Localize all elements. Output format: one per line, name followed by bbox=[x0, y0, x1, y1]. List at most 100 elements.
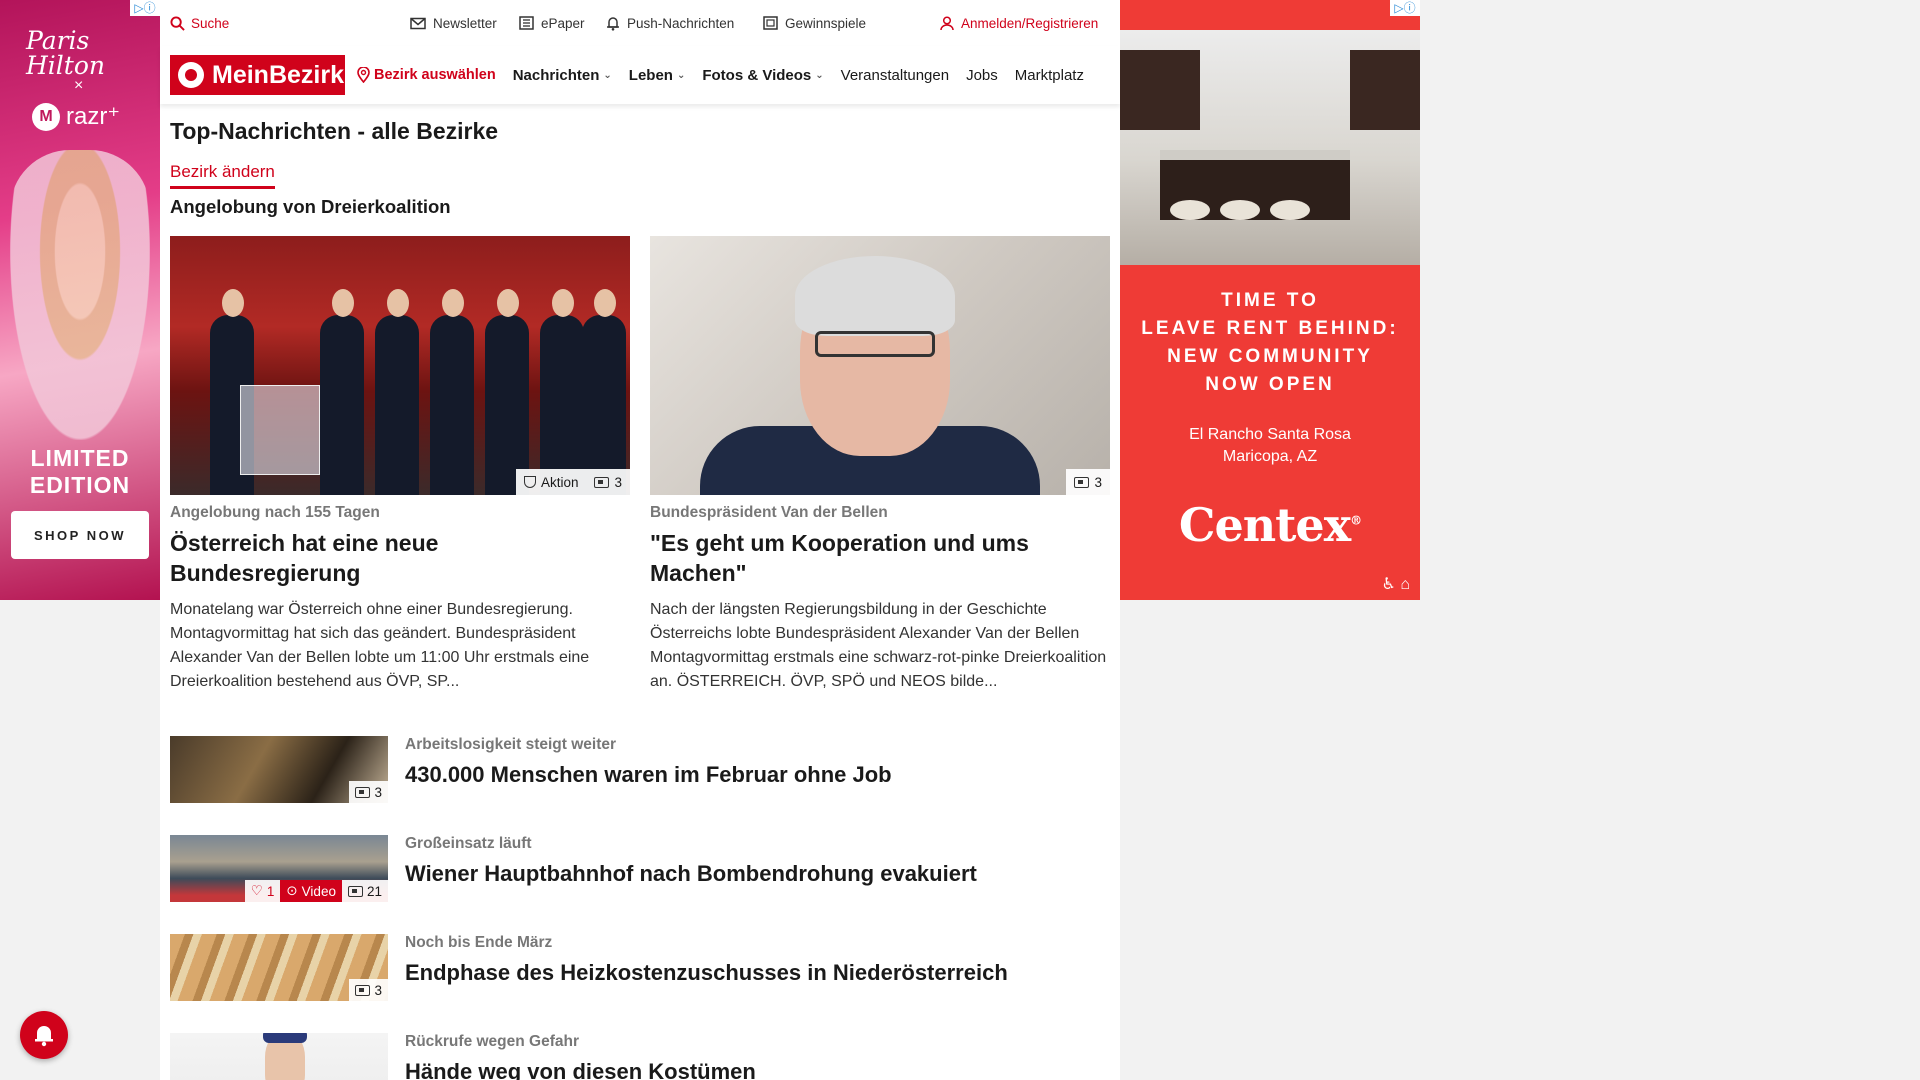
image-cabinet bbox=[1350, 50, 1420, 130]
ad-brand-name: Centex bbox=[1178, 498, 1351, 552]
article-headline[interactable]: Wiener Hauptbahnhof nach Bombendrohung e… bbox=[405, 861, 977, 887]
list-item[interactable]: ♡ 1 ⊙ Video 21 Großeinsatz läuft Wiener Ha… bbox=[170, 835, 1110, 905]
bell-icon bbox=[35, 1026, 53, 1047]
nav-item-veranstaltungen[interactable]: Veranstaltungen bbox=[841, 67, 949, 84]
search-icon bbox=[170, 15, 185, 31]
ad-right-rectangle[interactable]: TIME TO LEAVE RENT BEHIND: NEW COMMUNITY… bbox=[1120, 0, 1420, 600]
nav-label: Jobs bbox=[966, 66, 998, 84]
newsletter-link[interactable]: Newsletter bbox=[410, 0, 497, 46]
nav-label: Fotos & Videos bbox=[702, 66, 812, 84]
hero-article[interactable]: 3 Bundespräsident Van der Bellen "Es geh… bbox=[650, 236, 1110, 694]
logo-sun-icon bbox=[178, 62, 204, 88]
image-stool bbox=[1220, 200, 1260, 220]
list-item-text: Noch bis Ende März Endphase des Heizkost… bbox=[405, 934, 1008, 986]
image-count-badge: 3 bbox=[586, 475, 630, 490]
logo-text: MeinBezirk bbox=[212, 60, 344, 89]
gallery-icon bbox=[355, 786, 371, 798]
list-item[interactable]: Rückrufe wegen Gefahr Hände weg von dies… bbox=[170, 1033, 1110, 1080]
ad-partner-logo: M razr⁺ bbox=[32, 102, 120, 131]
article-image[interactable]: 3 bbox=[650, 236, 1110, 495]
ad-brand-logo: Paris Hilton bbox=[26, 26, 105, 80]
gallery-icon bbox=[347, 885, 363, 897]
select-bezirk-label: Bezirk auswählen bbox=[374, 67, 496, 83]
hero-article[interactable]: Aktion 3 Angelobung nach 155 Tagen Öster… bbox=[170, 236, 630, 694]
ad-headline-line: NOW OPEN bbox=[1205, 374, 1335, 395]
image-badges: Aktion 3 bbox=[515, 469, 630, 495]
nav-item-marktplatz[interactable]: Marktplatz bbox=[1015, 67, 1084, 84]
article-headline[interactable]: Endphase des Heizkostenzuschusses in Nie… bbox=[405, 960, 1008, 986]
article-kicker: Angelobung nach 155 Tagen bbox=[170, 504, 380, 521]
article-teaser: Nach der längsten Regierungsbildung in d… bbox=[650, 601, 1107, 690]
aktion-label: Aktion bbox=[540, 474, 579, 490]
article-headline[interactable]: 430.000 Menschen waren im Februar ohne J… bbox=[405, 762, 892, 788]
ad-headline-line: LEAVE RENT BEHIND: bbox=[1141, 318, 1399, 339]
ad-headline: TIME TO LEAVE RENT BEHIND: NEW COMMUNITY… bbox=[1120, 287, 1420, 399]
nav-item-leben[interactable]: Leben ⌄ bbox=[629, 67, 686, 84]
image-figure bbox=[540, 289, 584, 495]
section-title: Angelobung von Dreierkoalition bbox=[170, 196, 451, 217]
image-stool bbox=[1170, 200, 1210, 220]
nav-item-fotos-videos[interactable]: Fotos & Videos ⌄ bbox=[702, 67, 823, 84]
meinbezirk-logo[interactable]: MeinBezirk bbox=[170, 55, 345, 95]
list-item-text: Rückrufe wegen Gefahr Hände weg von dies… bbox=[405, 1033, 756, 1080]
adchoices-icon[interactable]: ▷ⓘ bbox=[1390, 0, 1420, 16]
trophy-icon bbox=[523, 476, 536, 488]
article-kicker: Großeinsatz läuft bbox=[405, 835, 532, 852]
newsletter-label: Newsletter bbox=[433, 15, 497, 31]
chevron-down-icon: ⌄ bbox=[603, 69, 612, 81]
epaper-label: ePaper bbox=[541, 15, 585, 31]
epaper-link[interactable]: ePaper bbox=[519, 0, 585, 46]
article-kicker: Noch bis Ende März bbox=[405, 934, 553, 951]
article-thumbnail[interactable]: ♡ 1 ⊙ Video 21 bbox=[170, 835, 388, 902]
article-image[interactable]: Aktion 3 bbox=[170, 236, 630, 495]
list-item[interactable]: 3 Arbeitslosigkeit steigt weiter 430.000… bbox=[170, 736, 1110, 806]
ad-left-skyscraper[interactable]: Paris Hilton × M razr⁺ LIMITED EDITION S… bbox=[0, 0, 160, 600]
ad-headline: LIMITED EDITION bbox=[0, 445, 160, 499]
gift-icon bbox=[763, 16, 778, 30]
notification-bell-button[interactable] bbox=[20, 1011, 68, 1059]
ad-kitchen-image bbox=[1120, 30, 1420, 265]
newspaper-icon bbox=[519, 16, 534, 30]
chevron-down-icon: ⌄ bbox=[815, 69, 824, 81]
nav-label: Veranstaltungen bbox=[840, 66, 950, 84]
ad-headline-line: EDITION bbox=[29, 472, 131, 498]
list-item-text: Arbeitslosigkeit steigt weiter 430.000 M… bbox=[405, 736, 892, 788]
image-figure bbox=[430, 289, 474, 495]
article-thumbnail[interactable]: 3 bbox=[170, 736, 388, 803]
article-headline[interactable]: "Es geht um Kooperation und ums Machen" bbox=[650, 528, 1110, 588]
article-thumbnail[interactable] bbox=[170, 1033, 388, 1080]
heart-icon: ♡ bbox=[250, 883, 263, 898]
accessibility-housing-icon: ♿ ⌂ bbox=[1381, 576, 1410, 593]
ad-partner-name: razr⁺ bbox=[66, 103, 120, 130]
ad-location-line: Maricopa, AZ bbox=[1222, 448, 1318, 465]
registered-mark: ® bbox=[1350, 513, 1362, 528]
image-figure bbox=[485, 289, 529, 495]
push-notifications-link[interactable]: Push-Nachrichten bbox=[606, 0, 734, 46]
list-item[interactable]: 3 Noch bis Ende März Endphase des Heizko… bbox=[170, 934, 1110, 1004]
nav-item-nachrichten[interactable]: Nachrichten ⌄ bbox=[513, 67, 612, 84]
motorola-logo-icon: M bbox=[32, 102, 60, 131]
ad-portrait-image bbox=[10, 150, 150, 440]
ad-location: El Rancho Santa Rosa Maricopa, AZ bbox=[1120, 424, 1420, 468]
bell-icon bbox=[607, 16, 619, 31]
login-link[interactable]: Anmelden/Registrieren bbox=[940, 0, 1098, 46]
article-headline[interactable]: Österreich hat eine neue Bundesregierung bbox=[170, 528, 630, 588]
aktion-badge: Aktion bbox=[516, 475, 587, 490]
adchoices-icon[interactable]: ▷ⓘ bbox=[130, 0, 160, 16]
article-headline[interactable]: Hände weg von diesen Kostümen bbox=[405, 1059, 756, 1080]
ad-shop-now-button[interactable]: SHOP NOW bbox=[11, 511, 149, 559]
main-navigation: MeinBezirk Bezirk auswählen Nachrichten ⌄… bbox=[160, 46, 1120, 104]
article-thumbnail[interactable]: 3 bbox=[170, 934, 388, 1001]
image-hair bbox=[795, 256, 955, 336]
nav-item-jobs[interactable]: Jobs bbox=[966, 67, 998, 84]
login-label: Anmelden/Registrieren bbox=[961, 15, 1099, 31]
select-bezirk-button[interactable]: Bezirk auswählen bbox=[357, 67, 496, 83]
chevron-down-icon: ⌄ bbox=[676, 69, 686, 81]
utility-bar: Suche Newsletter ePaper Push-Nachrichten… bbox=[160, 0, 1120, 46]
ad-brand-logo: Centex® bbox=[1120, 498, 1420, 552]
gallery-icon bbox=[594, 476, 610, 488]
search-link[interactable]: Suche bbox=[170, 16, 229, 31]
image-stool bbox=[1270, 200, 1310, 220]
gewinnspiele-link[interactable]: Gewinnspiele bbox=[763, 0, 866, 46]
change-bezirk-link[interactable]: Bezirk ändern bbox=[170, 162, 275, 189]
